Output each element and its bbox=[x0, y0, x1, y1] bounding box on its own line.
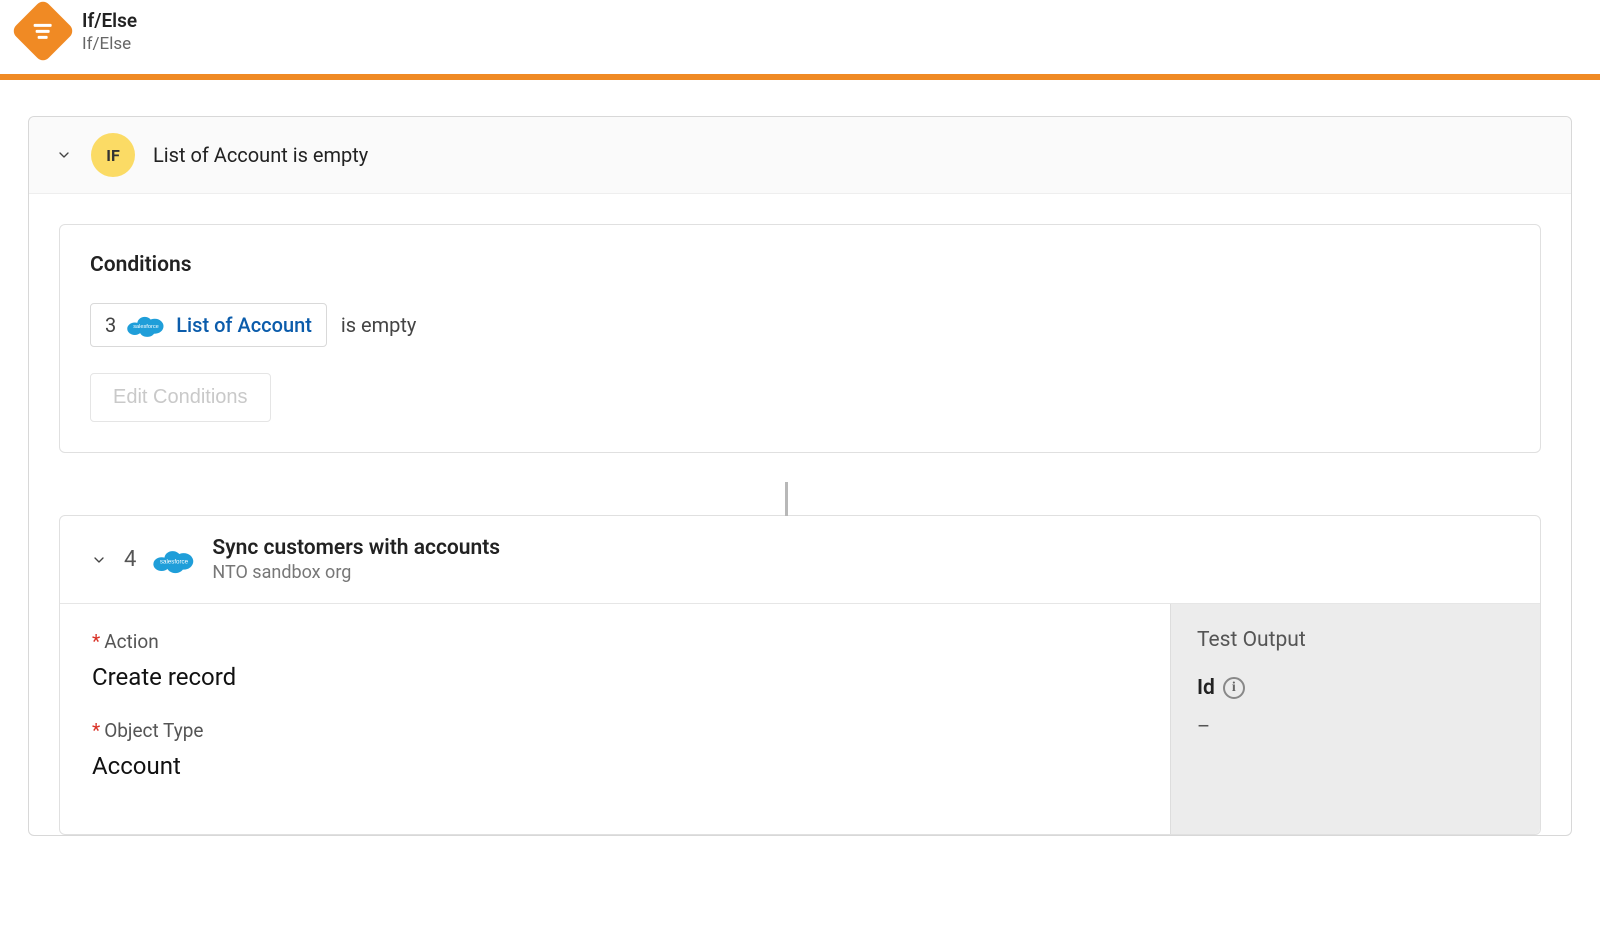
chevron-down-icon[interactable] bbox=[55, 146, 73, 164]
ifelse-icon bbox=[10, 0, 75, 64]
condition-step-number: 3 bbox=[105, 313, 116, 337]
info-icon[interactable]: i bbox=[1223, 677, 1245, 699]
if-header[interactable]: IF List of Account is empty bbox=[29, 117, 1571, 194]
step-block: 4 salesforce Sync customers with account… bbox=[59, 515, 1541, 835]
conditions-heading: Conditions bbox=[90, 253, 1510, 277]
page-subtitle: If/Else bbox=[82, 34, 137, 54]
page-header: If/Else If/Else bbox=[0, 0, 1600, 74]
required-star: * bbox=[92, 719, 100, 742]
conditions-card: Conditions 3 salesforce List of Account … bbox=[59, 224, 1541, 453]
required-star: * bbox=[92, 630, 100, 653]
step-title: Sync customers with accounts bbox=[212, 536, 500, 560]
page-title: If/Else bbox=[82, 9, 137, 32]
step-body: *Action Create record *Object Type Accou… bbox=[60, 604, 1540, 834]
field-object-type-label-text: Object Type bbox=[104, 719, 203, 742]
salesforce-icon: salesforce bbox=[152, 545, 196, 575]
field-action: *Action Create record bbox=[92, 630, 1138, 691]
test-output-id-label-text: Id bbox=[1197, 676, 1215, 700]
condition-row: 3 salesforce List of Account is empty bbox=[90, 303, 1510, 347]
step-main: *Action Create record *Object Type Accou… bbox=[60, 604, 1170, 834]
field-object-type-value: Account bbox=[92, 752, 1138, 780]
condition-operator: is empty bbox=[341, 313, 417, 337]
test-output-id-value: – bbox=[1197, 714, 1514, 738]
edit-conditions-button[interactable]: Edit Conditions bbox=[90, 373, 271, 422]
test-output-heading: Test Output bbox=[1197, 628, 1514, 652]
chevron-down-icon[interactable] bbox=[90, 551, 108, 569]
connector-line bbox=[29, 483, 1571, 515]
svg-text:salesforce: salesforce bbox=[133, 324, 159, 330]
salesforce-icon: salesforce bbox=[126, 312, 166, 338]
canvas: IF List of Account is empty Conditions 3… bbox=[0, 80, 1600, 872]
condition-token[interactable]: 3 salesforce List of Account bbox=[90, 303, 327, 347]
field-action-value: Create record bbox=[92, 663, 1138, 691]
field-object-type-label: *Object Type bbox=[92, 719, 1138, 742]
if-title: List of Account is empty bbox=[153, 143, 368, 167]
if-badge: IF bbox=[91, 133, 135, 177]
test-output-id-label: Id i bbox=[1197, 676, 1514, 700]
if-block: IF List of Account is empty Conditions 3… bbox=[28, 116, 1572, 836]
step-header[interactable]: 4 salesforce Sync customers with account… bbox=[60, 516, 1540, 604]
step-subtitle: NTO sandbox org bbox=[212, 562, 500, 583]
svg-text:salesforce: salesforce bbox=[160, 558, 189, 565]
condition-token-label: List of Account bbox=[176, 313, 312, 337]
step-number: 4 bbox=[124, 547, 136, 572]
field-action-label-text: Action bbox=[104, 630, 159, 653]
field-object-type: *Object Type Account bbox=[92, 719, 1138, 780]
field-action-label: *Action bbox=[92, 630, 1138, 653]
test-output-panel: Test Output Id i – bbox=[1170, 604, 1540, 834]
